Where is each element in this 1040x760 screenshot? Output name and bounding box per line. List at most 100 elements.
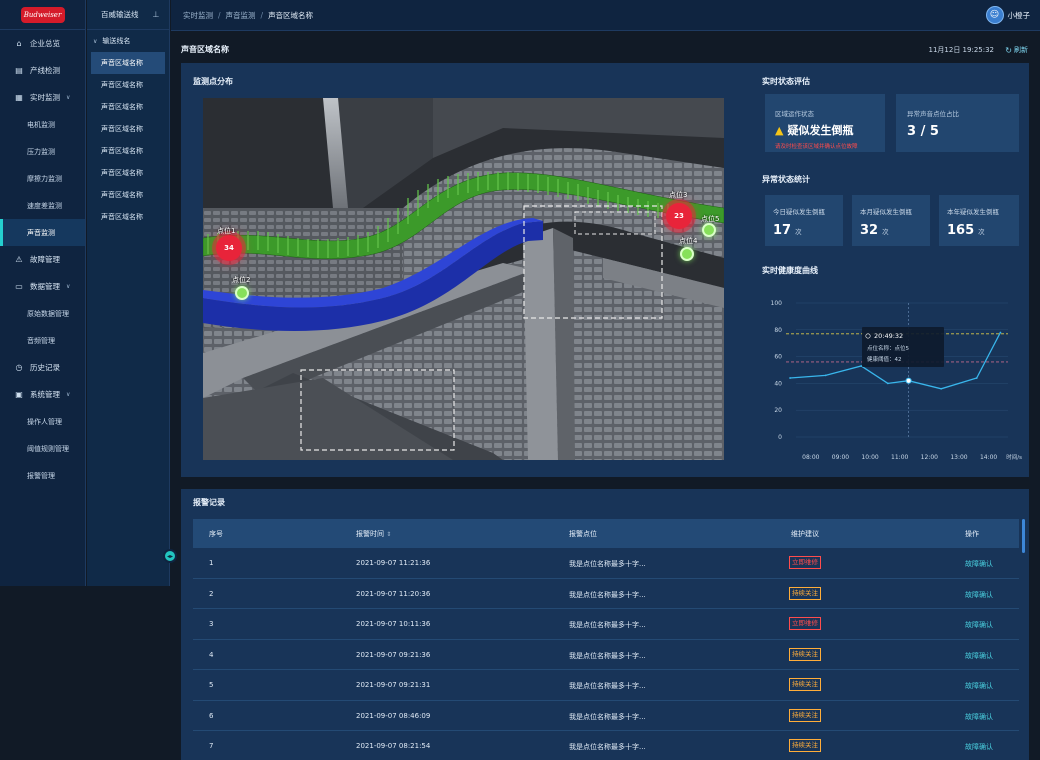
area-item[interactable]: 声音区域名称 [91, 162, 165, 184]
sidebar-group[interactable]: ▭ 数据管理 ∨ [0, 273, 85, 300]
normal-marker[interactable] [680, 247, 694, 261]
sidebar-subitem[interactable]: 音频管理 [0, 327, 85, 354]
refresh-label: 刷新 [1014, 46, 1028, 54]
collapse-toggle-icon[interactable]: ◂▸ [163, 549, 177, 563]
alarm-marker[interactable]: 23 [666, 203, 692, 229]
confirm-fault-link[interactable]: 故障确认 [965, 681, 993, 691]
area-item[interactable]: 声音区域名称 [91, 140, 165, 162]
data-point[interactable] [940, 387, 943, 390]
alarm-time: 2021-09-07 11:20:36 [356, 589, 431, 598]
hover-point[interactable] [905, 377, 912, 384]
table-row[interactable]: 1 2021-09-07 11:21:36 我是点位名称最多十字... 立即维修 故障确… [193, 548, 1019, 579]
breadcrumb-item[interactable]: 声音监测 [226, 10, 256, 21]
table-row[interactable]: 4 2021-09-07 09:21:36 我是点位名称最多十字... 持续关注 故障确… [193, 640, 1019, 670]
logo[interactable]: Budweiser [0, 0, 85, 30]
stat-value: 165 [947, 223, 975, 238]
health-line-chart[interactable]: 0 20 40 60 80 100 08:00 09:00 10:00 11:00 12:00 13:… [764, 299, 1024, 469]
sidebar-group[interactable]: ▣ 系统管理 ∨ [0, 381, 85, 408]
point-value: 23 [674, 212, 684, 220]
sidebar-subitem[interactable]: 原始数据管理 [0, 300, 85, 327]
column-header: 报警时间 [356, 529, 384, 538]
sidebar-subitem[interactable]: 阈值规则管理 [0, 435, 85, 462]
column-header-sortable[interactable]: 报警时间 ⇕ [356, 529, 391, 539]
conveyor-scene[interactable]: 34 点位1 点位2 23 点位3 点位4 点位5 [203, 98, 724, 460]
sidebar-item[interactable]: ◷ 历史记录 [0, 354, 85, 381]
alarm-point: 我是点位名称最多十字... [569, 590, 646, 599]
data-point[interactable] [860, 365, 863, 367]
column-header: 操作 [965, 529, 979, 538]
sidebar-subitem[interactable]: 速度差监测 [0, 192, 85, 219]
sidebar-item-label: 系统管理 [30, 390, 60, 399]
alarm-marker[interactable]: 34 [216, 235, 242, 261]
alarm-point: 我是点位名称最多十字... [569, 621, 646, 629]
column-header: 报警点位 [569, 529, 597, 538]
line-group-title[interactable]: ∨ 输送线名 [87, 30, 169, 52]
status-value-wrap: ▲ 疑似发生倒瓶 [775, 122, 853, 138]
alarm-time: 2021-09-07 10:11:36 [356, 620, 431, 628]
normal-marker[interactable] [235, 286, 249, 300]
monitor-card: 监测点分布 34 点位1 点位2 23 点位3 点位4 点位5 实时状态评估 区… [181, 63, 1029, 477]
sidebar-item-label: 阈值规则管理 [27, 444, 69, 453]
sidebar-subitem[interactable]: 报警管理 [0, 462, 85, 489]
sidebar-subitem[interactable]: 压力监测 [0, 138, 85, 165]
area-item[interactable]: 声音区域名称 [91, 206, 165, 228]
row-number: 1 [209, 559, 214, 567]
data-point[interactable] [886, 382, 889, 385]
sidebar-item[interactable]: ▤ 产线检测 [0, 57, 85, 84]
sidebar-subitem[interactable]: 电机监测 [0, 111, 85, 138]
sidebar-subitem[interactable]: 摩擦力监测 [0, 165, 85, 192]
x-tick-label: 08:00 [802, 454, 819, 461]
sidebar-group[interactable]: ▦ 实时监测 ∨ [0, 84, 85, 111]
table-row[interactable]: 3 2021-09-07 10:11:36 我是点位名称最多十字... 立即维修 故障确… [193, 609, 1019, 640]
avatar[interactable]: ☺ [985, 6, 1004, 24]
confirm-fault-link[interactable]: 故障确认 [965, 742, 993, 752]
confirm-fault-link[interactable]: 故障确认 [965, 651, 993, 661]
pin-icon[interactable]: ⊥ [153, 10, 160, 19]
confirm-fault-link[interactable]: 故障确认 [965, 620, 993, 630]
warning-icon: ▲ [775, 123, 784, 137]
table-scrollbar[interactable] [1022, 519, 1025, 553]
confirm-fault-link[interactable]: 故障确认 [965, 590, 993, 600]
sidebar-subitem[interactable]: 声音监测 [0, 219, 85, 246]
data-point[interactable] [999, 331, 1002, 334]
table-row[interactable]: 7 2021-09-07 08:21:54 我是点位名称最多十字... 持续关注 故障确… [193, 731, 1019, 760]
confirm-fault-link[interactable]: 故障确认 [965, 559, 993, 569]
area-item[interactable]: 声音区域名称 [91, 96, 165, 118]
sidebar-item[interactable]: ⌂ 企业总览 [0, 30, 85, 57]
area-panel-header: 百威输送线 ⊥ [87, 0, 169, 30]
data-point[interactable] [789, 377, 791, 379]
table-row[interactable]: 6 2021-09-07 08:46:09 我是点位名称最多十字... 持续关注 故障确… [193, 701, 1019, 731]
sidebar-item[interactable]: ⚠ 故障管理 [0, 246, 85, 273]
data-point[interactable] [824, 374, 827, 377]
confirm-fault-link[interactable]: 故障确认 [965, 712, 993, 722]
area-item[interactable]: 声音区域名称 [91, 118, 165, 140]
sidebar-item-label: 产线检测 [30, 66, 60, 75]
row-number: 6 [209, 711, 214, 720]
conveyor-scene-image [203, 98, 724, 460]
y-tick-label: 80 [774, 327, 782, 334]
advice-badge: 持续关注 [789, 647, 821, 661]
point-label: 点位3 [669, 191, 688, 199]
refresh-button[interactable]: ↻ 刷新 [1005, 45, 1028, 55]
sort-icon[interactable]: ⇕ [386, 531, 391, 538]
chart-title: 实时健康度曲线 [762, 266, 818, 275]
area-panel: 百威输送线 ⊥ ∨ 输送线名 声音区域名称 声音区域名称 声音区域名称 声音区域名称声… [87, 0, 170, 586]
user-menu[interactable]: ☺ 小橙子 [985, 6, 1030, 24]
chevron-down-icon: ∨ [66, 391, 71, 398]
data-point[interactable] [975, 377, 978, 379]
area-item[interactable]: 声音区域名称 [91, 52, 165, 74]
alarm-time: 2021-09-07 08:46:09 [356, 711, 431, 720]
table-row[interactable]: 5 2021-09-07 09:21:31 我是点位名称最多十字... 持续关注 故障确… [193, 670, 1019, 701]
sidebar-subitem[interactable]: 操作人管理 [0, 408, 85, 435]
stat-unit: 次 [882, 228, 889, 236]
breadcrumb-item[interactable]: 实时监测 [183, 10, 213, 21]
chevron-down-icon: ∨ [66, 94, 71, 101]
area-item[interactable]: 声音区域名称 [91, 74, 165, 96]
normal-marker[interactable] [702, 223, 716, 237]
evaluation-title: 实时状态评估 [762, 77, 810, 86]
area-item[interactable]: 声音区域名称 [91, 184, 165, 206]
alarm-point: 我是点位名称最多十字... [569, 651, 646, 660]
table-row[interactable]: 2 2021-09-07 11:20:36 我是点位名称最多十字... 持续关注 故障确… [193, 579, 1019, 609]
breadcrumb-separator: / [260, 10, 264, 20]
chevron-down-icon: ∨ [66, 283, 71, 290]
